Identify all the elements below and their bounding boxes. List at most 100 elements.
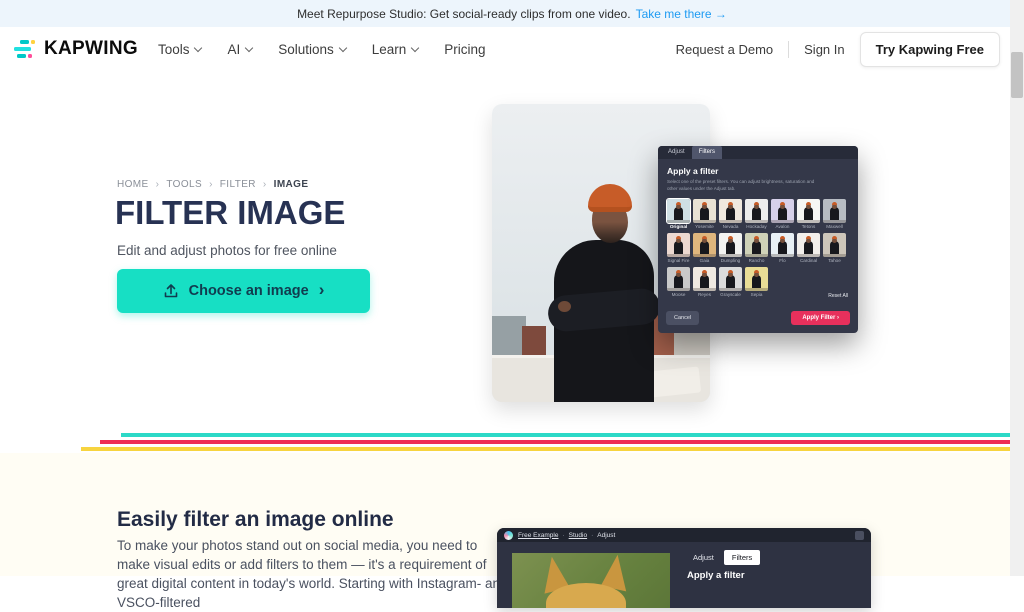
filter-option-tetons[interactable]: Tetons [797, 199, 820, 229]
kapwing-logo[interactable]: KAPWING [14, 38, 138, 60]
filter-option-moose[interactable]: Moose [667, 267, 690, 297]
promo-link[interactable]: Take me there → [636, 7, 727, 21]
filter-option-signal-fire[interactable]: Signal Fire [667, 233, 690, 263]
site-header: KAPWING Tools AI Solutions Learn Pricing Req… [0, 27, 1010, 71]
nav-item-label: Learn [372, 42, 407, 57]
section-paragraph: To make your photos stand out on social … [117, 536, 509, 612]
nav-item-tools[interactable]: Tools [158, 42, 202, 57]
filter-label: Nevada [719, 224, 742, 229]
filter-label: Rancho [745, 258, 768, 263]
studio-crumb-studio[interactable]: Studio [569, 532, 587, 539]
panel-tabs: AdjustFilters [658, 146, 858, 159]
chevron-down-icon [411, 43, 419, 51]
filter-label: Signal Fire [667, 258, 690, 263]
breadcrumb-item-image[interactable]: IMAGE [274, 179, 309, 190]
cancel-button[interactable]: Cancel [666, 311, 699, 325]
filter-option-dumpling[interactable]: Dumpling [719, 233, 742, 263]
request-demo-link[interactable]: Request a Demo [676, 42, 774, 57]
studio-settings-icon[interactable] [855, 531, 864, 540]
stripe-yellow [81, 447, 1024, 451]
header-actions: Request a Demo Sign In Try Kapwing Free [676, 32, 1000, 67]
filter-thumbnail [667, 199, 690, 223]
filter-label: Tahoe [823, 258, 846, 263]
breadcrumb: HOME›TOOLS›FILTER›IMAGE [117, 179, 308, 190]
filter-thumbnail [823, 199, 846, 223]
breadcrumb-item-filter[interactable]: FILTER [220, 179, 256, 190]
brand-wordmark: KAPWING [44, 38, 138, 60]
filter-option-original[interactable]: Original [667, 199, 690, 229]
filter-label: Sepia [745, 292, 768, 297]
filter-option-hockaday[interactable]: Hockaday [745, 199, 768, 229]
scrollbar-track[interactable] [1010, 0, 1024, 576]
main-nav: Tools AI Solutions Learn Pricing [158, 42, 486, 57]
nav-item-pricing[interactable]: Pricing [444, 42, 485, 57]
filter-label: Maxwell [823, 224, 846, 229]
filter-option-reyes[interactable]: Reyes [693, 267, 716, 297]
studio-logo-icon [504, 531, 513, 540]
nav-item-label: Solutions [278, 42, 334, 57]
filter-option-yosemite[interactable]: Yosemite [693, 199, 716, 229]
studio-titlebar: Free Example · Studio · Adjust [497, 528, 871, 542]
fox-image [512, 553, 670, 608]
nav-item-ai[interactable]: AI [227, 42, 252, 57]
promo-text: Meet Repurpose Studio: Get social-ready … [297, 7, 631, 21]
tab-adjust[interactable]: Adjust [661, 146, 692, 159]
nav-item-learn[interactable]: Learn [372, 42, 419, 57]
filter-label: Avalon [771, 224, 794, 229]
filter-thumbnail [667, 267, 690, 291]
chevron-right-icon: › [319, 280, 325, 300]
filter-label: Flo [771, 258, 794, 263]
nav-item-label: Tools [158, 42, 190, 57]
filter-label: Reyes [693, 292, 716, 297]
filter-option-flo[interactable]: Flo [771, 233, 794, 263]
apply-filter-button[interactable]: Apply Filter › [791, 311, 850, 325]
filter-thumbnail [693, 233, 716, 257]
page-title: FILTER IMAGE [115, 194, 345, 232]
filter-option-gaia[interactable]: Gaia [693, 233, 716, 263]
filter-option-nevada[interactable]: Nevada [719, 199, 742, 229]
tab-filters[interactable]: Filters [692, 146, 722, 159]
filter-option-avalon[interactable]: Avalon [771, 199, 794, 229]
filter-option-grayscale[interactable]: Grayscale [719, 267, 742, 297]
filter-thumbnail [745, 267, 768, 291]
promo-banner: Meet Repurpose Studio: Get social-ready … [0, 0, 1024, 27]
filter-option-tahoe[interactable]: Tahoe [823, 233, 846, 263]
upload-icon [163, 283, 179, 299]
separator: · [591, 532, 593, 539]
chevron-down-icon [194, 43, 202, 51]
tab-filters[interactable]: Filters [724, 550, 760, 565]
page-subtitle: Edit and adjust photos for free online [117, 243, 337, 258]
filter-option-sepia[interactable]: Sepia [745, 267, 768, 297]
reset-all-link[interactable]: Reset All [828, 293, 848, 299]
filter-label: Cardinal [797, 258, 820, 263]
separator: · [562, 532, 564, 539]
studio-crumb-free-example[interactable]: Free Example [518, 532, 558, 539]
filter-thumbnail [797, 199, 820, 223]
filter-thumbnail [719, 233, 742, 257]
kapwing-logo-icon [14, 40, 36, 58]
panel-description: Select one of the preset filters. You ca… [667, 178, 817, 193]
studio-crumb-adjust: Adjust [597, 532, 615, 539]
sign-in-link[interactable]: Sign In [804, 42, 844, 57]
try-kapwing-free-button[interactable]: Try Kapwing Free [860, 32, 1000, 67]
choose-image-button[interactable]: Choose an image › [117, 269, 370, 313]
filter-option-maxwell[interactable]: Maxwell [823, 199, 846, 229]
breadcrumb-separator: › [156, 179, 160, 190]
filter-label: Grayscale [719, 292, 742, 297]
filter-thumbnail [667, 233, 690, 257]
man-hand [558, 301, 571, 312]
filter-label: Dumpling [719, 258, 742, 263]
filter-thumbnail [693, 199, 716, 223]
chevron-down-icon [245, 43, 253, 51]
panel-heading: Apply a filter [667, 166, 849, 176]
nav-item-solutions[interactable]: Solutions [278, 42, 346, 57]
filter-option-cardinal[interactable]: Cardinal [797, 233, 820, 263]
filter-thumbnail [771, 233, 794, 257]
filter-option-rancho[interactable]: Rancho [745, 233, 768, 263]
scrollbar-thumb[interactable] [1011, 52, 1023, 98]
breadcrumb-item-home[interactable]: HOME [117, 179, 149, 190]
breadcrumb-item-tools[interactable]: TOOLS [166, 179, 202, 190]
choose-image-label: Choose an image [189, 283, 309, 299]
tab-adjust[interactable]: Adjust [685, 550, 722, 565]
filter-thumbnail [823, 233, 846, 257]
